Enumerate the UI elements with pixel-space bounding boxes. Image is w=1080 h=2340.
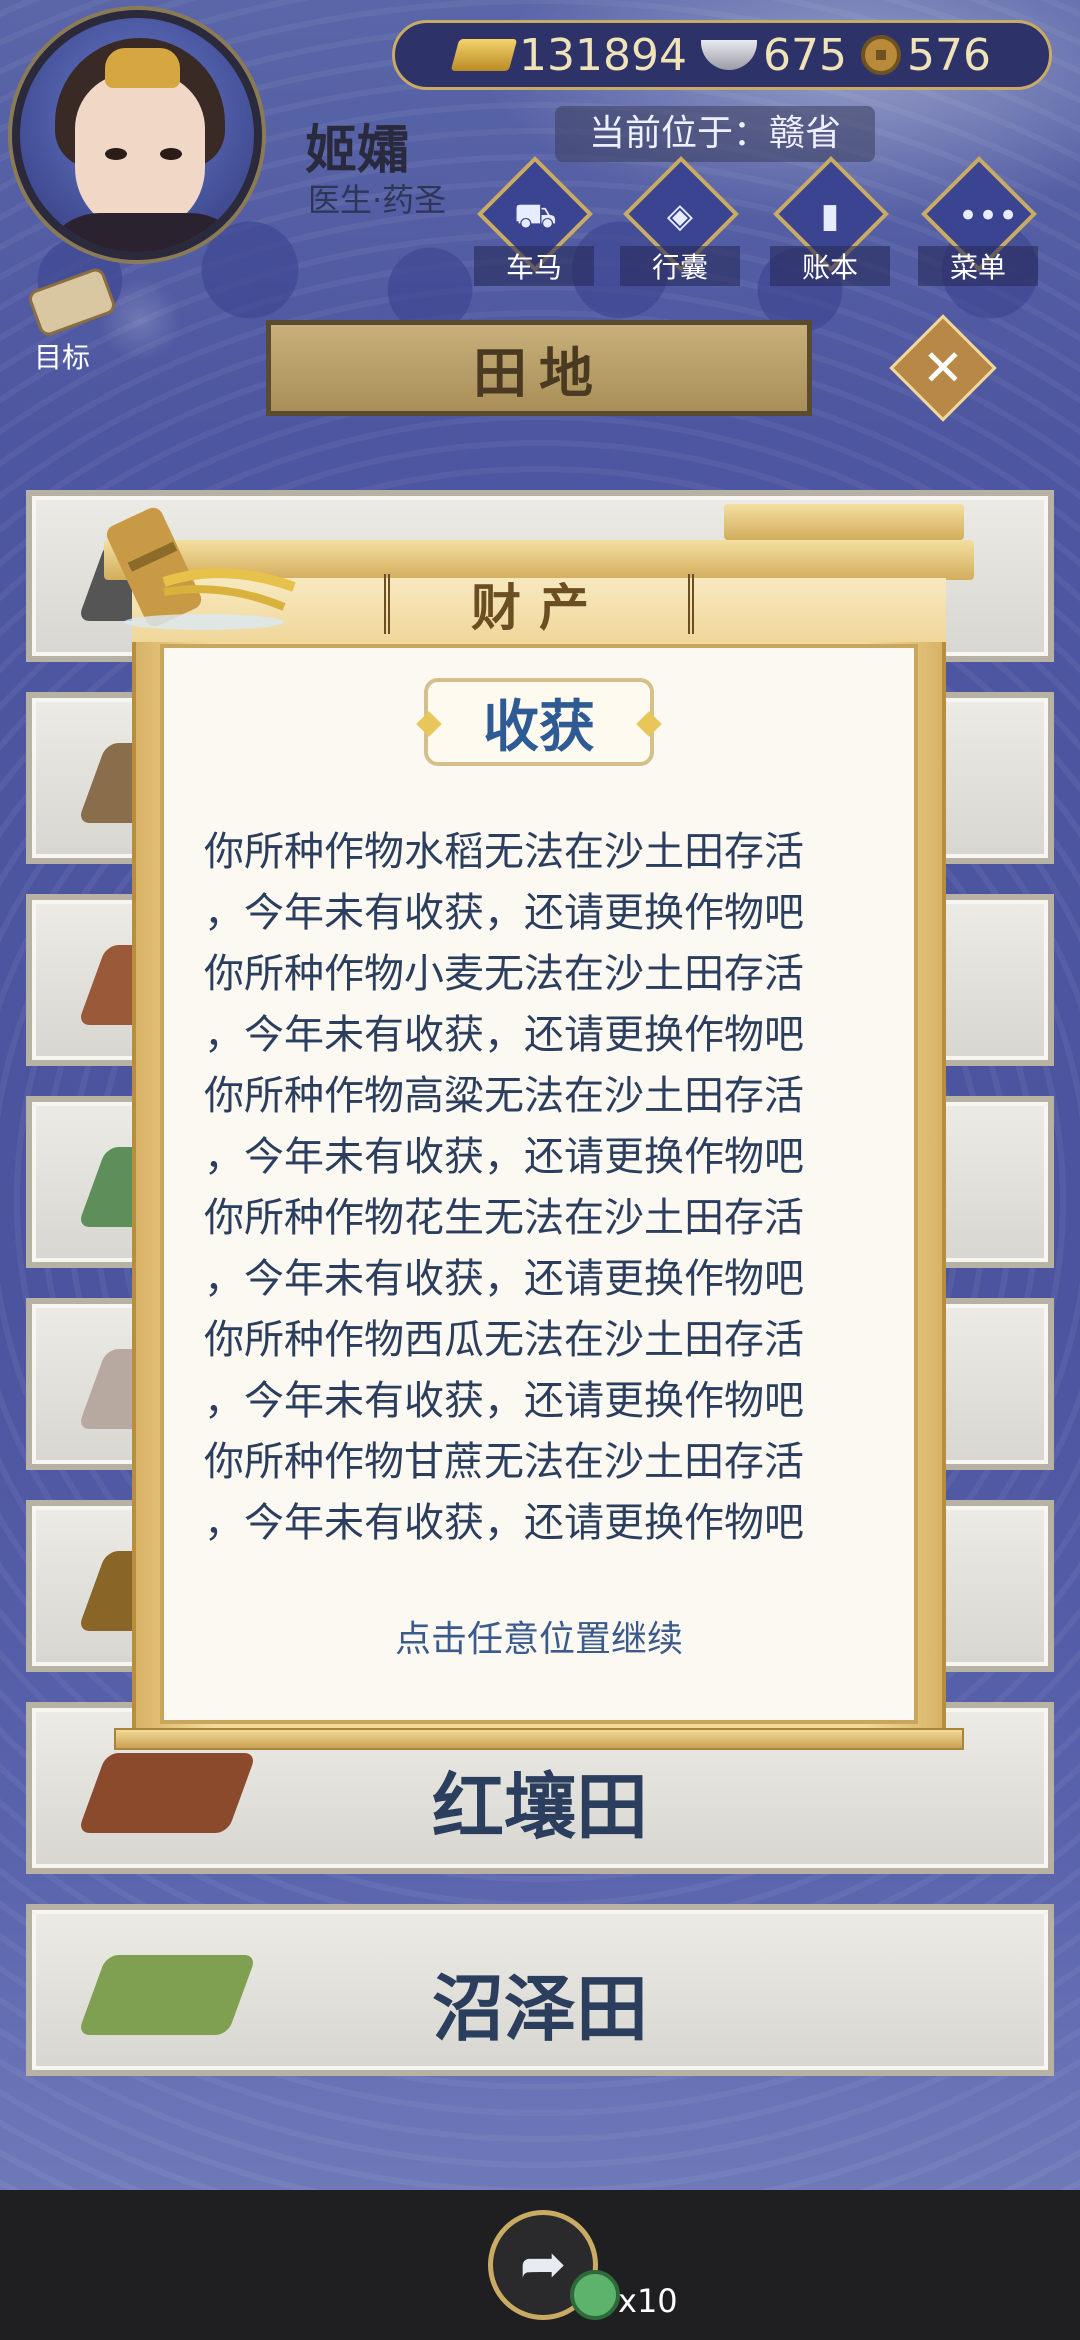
message-line: ，今年未有收获，还请更换作物吧 — [204, 1134, 804, 1180]
wheat-bundle-icon — [106, 507, 296, 630]
message-line: 你所种作物小麦无法在沙土田存活 — [204, 951, 804, 997]
message-line: ，今年未有收获，还请更换作物吧 — [204, 1256, 804, 1302]
crown-icon — [105, 48, 180, 88]
land-name: 红壤田 — [431, 1765, 648, 1849]
message-line: 你所种作物西瓜无法在沙土田存活 — [204, 1317, 804, 1363]
land-item-marsh[interactable]: 沼泽田 — [26, 1904, 1054, 2076]
goal-label: 目标 — [34, 341, 91, 374]
currency-bar: 131894 675 576 — [392, 20, 1052, 90]
dialog-title: 收获 — [483, 694, 595, 760]
copper-coin-icon — [860, 35, 901, 75]
harvest-dialog[interactable]: 财产 收获 你所种作物水稻无法在沙土田存活 ，今年未有收获，还请更换作物吧 你所… — [84, 492, 994, 1750]
player-avatar[interactable] — [12, 10, 262, 260]
message-line: ，今年未有收获，还请更换作物吧 — [204, 1378, 804, 1424]
message-line: 你所种作物甘蔗无法在沙土田存活 — [204, 1439, 804, 1485]
copper-amount: 576 — [906, 29, 991, 81]
hud-button-ledger[interactable]: ▮ 账本 — [770, 156, 890, 288]
carriage-icon: ⛟ — [514, 196, 557, 236]
message-line: 你所种作物水稻无法在沙土田存活 — [204, 829, 804, 875]
close-icon: ✕ — [922, 339, 964, 397]
continue-hint[interactable]: 点击任意位置继续 — [160, 1610, 918, 1662]
player-name: 姬孀 — [305, 121, 410, 181]
hud-button-label: 行囊 — [620, 246, 740, 286]
gold-amount: 131894 — [519, 29, 687, 81]
message-line: ，今年未有收获，还请更换作物吧 — [204, 1012, 804, 1058]
jade-coin-icon — [570, 2270, 620, 2320]
hud-button-label: 车马 — [474, 246, 594, 286]
message-line: 你所种作物花生无法在沙土田存活 — [204, 1195, 804, 1241]
silver-amount: 675 — [762, 29, 847, 81]
menu-icon: ••• — [958, 196, 1019, 236]
location-indicator: 当前位于：赣省 — [555, 106, 875, 162]
gold-ingot-icon — [450, 39, 518, 71]
ledger-icon: ▮ — [820, 196, 840, 236]
message-line: 你所种作物高粱无法在沙土田存活 — [204, 1073, 804, 1119]
hud-button-carriage[interactable]: ⛟ 车马 — [474, 156, 594, 288]
bag-icon: ◈ — [666, 196, 694, 236]
silver-ingot-icon — [700, 40, 757, 70]
hud-button-label: 账本 — [770, 246, 890, 286]
tab-fields[interactable]: 田地 — [266, 320, 812, 416]
bottom-bar: ➦ x10 — [0, 2190, 1080, 2340]
hud-button-menu[interactable]: ••• 菜单 — [918, 156, 1038, 288]
goal-button[interactable]: 目标 — [12, 265, 122, 378]
frame-bottom-rail — [114, 1728, 964, 1750]
section-title: 财产 — [384, 574, 694, 637]
land-name: 沼泽田 — [431, 1967, 648, 2051]
frame-decoration — [724, 504, 964, 540]
hud-button-label: 菜单 — [918, 246, 1038, 286]
message-line: ，今年未有收获，还请更换作物吧 — [204, 890, 804, 936]
player-title: 医生·药圣 — [308, 181, 447, 219]
harvest-title-badge: 收获 — [416, 678, 662, 766]
hud-button-bag[interactable]: ◈ 行囊 — [620, 156, 740, 288]
harvest-message-list: 你所种作物水稻无法在沙土田存活 ，今年未有收获，还请更换作物吧 你所种作物小麦无… — [204, 822, 874, 1554]
message-line: ，今年未有收获，还请更换作物吧 — [204, 1500, 804, 1546]
share-reward-count: x10 — [618, 2282, 678, 2320]
